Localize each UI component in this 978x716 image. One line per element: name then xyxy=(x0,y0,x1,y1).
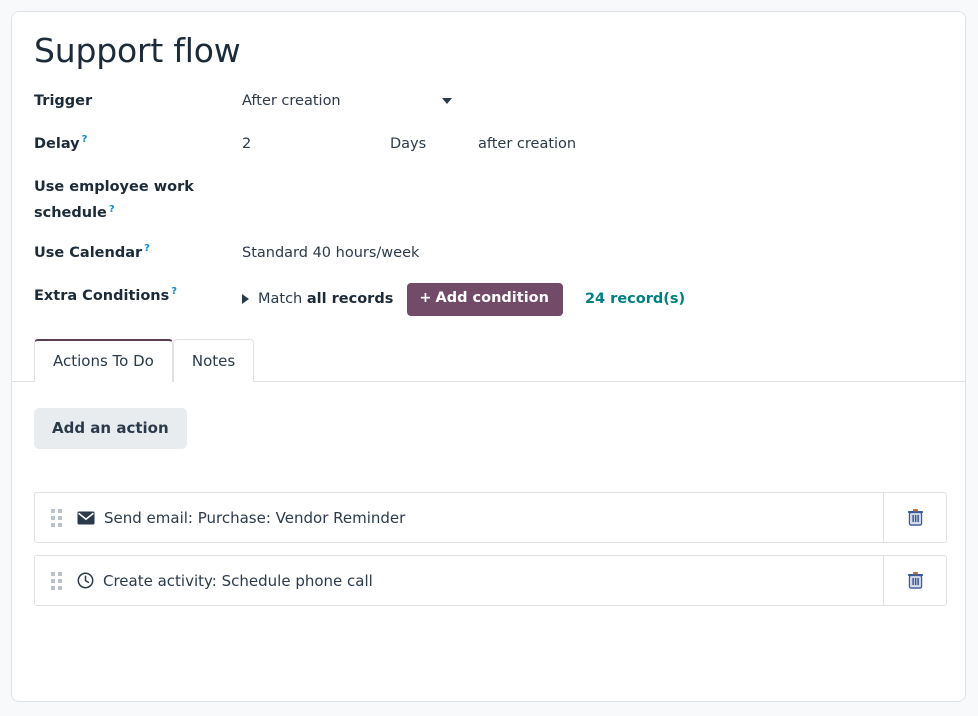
envelope-icon xyxy=(77,493,95,542)
trigger-label: Trigger xyxy=(34,88,242,115)
chevron-down-icon xyxy=(442,98,452,104)
plus-icon: + xyxy=(419,290,431,306)
trigger-label-text: Trigger xyxy=(34,93,92,109)
help-icon-work-schedule[interactable]: ? xyxy=(109,204,115,215)
trigger-select[interactable]: After creation xyxy=(242,88,452,115)
action-label: Create activity: Schedule phone call xyxy=(103,556,883,605)
drag-handle-icon[interactable] xyxy=(35,556,77,605)
drag-dots xyxy=(51,509,62,527)
help-icon-extra-conditions[interactable]: ? xyxy=(171,286,177,297)
tab-notes[interactable]: Notes xyxy=(173,339,254,382)
action-row[interactable]: Send email: Purchase: Vendor Reminder xyxy=(34,492,947,543)
extra-conditions-label-text: Extra Conditions xyxy=(34,288,169,304)
match-prefix: Match xyxy=(258,291,302,307)
tab-actions-to-do[interactable]: Actions To Do xyxy=(34,339,173,382)
page-title: Support flow xyxy=(34,32,943,70)
form-row-work-schedule: Use employee work schedule? xyxy=(34,174,943,228)
delay-unit-select[interactable]: Days xyxy=(390,131,478,158)
actions-to-do-panel: Add an action Send email: Purchase: Vend… xyxy=(12,382,965,606)
form-row-calendar: Use Calendar? Standard 40 hours/week xyxy=(34,240,943,267)
form-sheet: Support flow Trigger After creation Dela… xyxy=(12,12,965,316)
tab-bar: Actions To Do Notes xyxy=(12,338,965,382)
drag-handle-icon[interactable] xyxy=(35,493,77,542)
add-condition-button[interactable]: + Add condition xyxy=(407,283,563,316)
clock-icon xyxy=(77,556,94,605)
form-row-extra-conditions: Extra Conditions? Match all records + Add… xyxy=(34,283,943,316)
delay-value-wrap: 2 Days after creation xyxy=(242,131,576,158)
trash-icon xyxy=(908,509,923,526)
trash-icon xyxy=(908,572,923,589)
drag-dots xyxy=(51,572,62,590)
extra-conditions-label: Extra Conditions? xyxy=(34,283,242,310)
calendar-label: Use Calendar? xyxy=(34,240,242,267)
trigger-selected-value: After creation xyxy=(242,88,341,115)
delay-number-input[interactable]: 2 xyxy=(242,131,390,158)
triangle-right-icon[interactable] xyxy=(242,294,249,304)
record-count-link[interactable]: 24 record(s) xyxy=(585,286,685,313)
delay-label-text: Delay xyxy=(34,136,80,152)
delete-action-button[interactable] xyxy=(883,556,946,605)
match-records-text: Match all records xyxy=(258,286,393,313)
extra-conditions-value-wrap: Match all records + Add condition 24 reco… xyxy=(242,283,685,316)
action-row[interactable]: Create activity: Schedule phone call xyxy=(34,555,947,606)
delete-action-button[interactable] xyxy=(883,493,946,542)
help-icon-delay[interactable]: ? xyxy=(82,134,88,145)
calendar-value[interactable]: Standard 40 hours/week xyxy=(242,240,419,267)
trigger-value-wrap: After creation xyxy=(242,88,452,115)
add-condition-label: Add condition xyxy=(436,290,549,306)
form-row-trigger: Trigger After creation xyxy=(34,88,943,115)
action-list: Send email: Purchase: Vendor Reminder xyxy=(34,492,943,606)
action-label: Send email: Purchase: Vendor Reminder xyxy=(104,493,883,542)
work-schedule-label: Use employee work schedule? xyxy=(34,174,242,228)
help-icon-calendar[interactable]: ? xyxy=(144,243,150,254)
calendar-label-text: Use Calendar xyxy=(34,245,142,261)
workflow-card: Support flow Trigger After creation Dela… xyxy=(11,11,966,702)
add-an-action-button[interactable]: Add an action xyxy=(34,408,187,449)
delay-suffix-text: after creation xyxy=(478,131,576,158)
match-value[interactable]: all records xyxy=(307,291,393,307)
delay-label: Delay? xyxy=(34,131,242,158)
condition-editor: Match all records + Add condition 24 reco… xyxy=(242,283,685,316)
form-row-delay: Delay? 2 Days after creation xyxy=(34,131,943,158)
